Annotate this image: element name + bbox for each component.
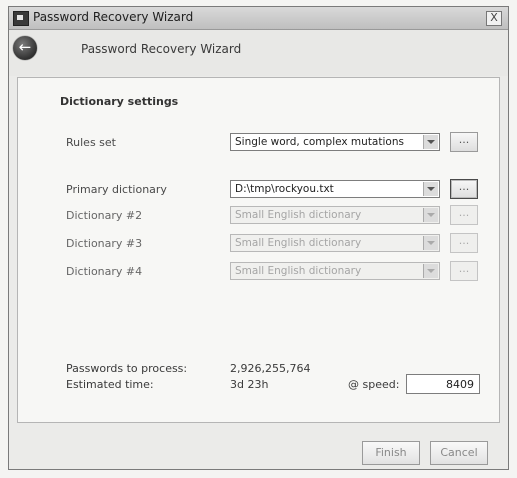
chevron-down-icon[interactable]: [423, 264, 438, 278]
rules-set-value: Single word, complex mutations: [235, 136, 404, 148]
wizard-window: Password Recovery Wizard X ← Password Re…: [8, 6, 509, 470]
dictionary-4-label: Dictionary #4: [66, 265, 143, 278]
primary-dictionary-label: Primary dictionary: [66, 183, 167, 196]
app-icon: [13, 11, 29, 26]
dictionary-4-browse-button[interactable]: ...: [450, 261, 478, 281]
estimated-time-value: 3d 23h: [230, 378, 269, 391]
primary-dictionary-browse-button[interactable]: ...: [450, 179, 478, 199]
window-title: Password Recovery Wizard: [33, 10, 194, 24]
speed-input[interactable]: 8409: [406, 374, 480, 394]
title-bar: Password Recovery Wizard X: [9, 7, 508, 30]
passwords-to-process-value: 2,926,255,764: [230, 362, 311, 375]
close-button[interactable]: X: [486, 11, 502, 26]
dictionary-2-browse-button[interactable]: ...: [450, 205, 478, 225]
settings-panel: Dictionary settings Rules set Single wor…: [17, 77, 500, 423]
wizard-header: ← Password Recovery Wizard: [9, 30, 508, 76]
chevron-down-icon[interactable]: [423, 208, 438, 222]
back-arrow-icon[interactable]: ←: [13, 36, 37, 60]
chevron-down-icon[interactable]: [423, 135, 438, 149]
dictionary-4-dropdown[interactable]: Small English dictionary: [230, 262, 440, 280]
cancel-button[interactable]: Cancel: [430, 441, 488, 465]
dictionary-2-value: Small English dictionary: [235, 209, 362, 221]
dictionary-3-browse-button[interactable]: ...: [450, 233, 478, 253]
chevron-down-icon[interactable]: [423, 182, 438, 196]
rules-set-dropdown[interactable]: Single word, complex mutations: [230, 133, 440, 151]
rules-set-label: Rules set: [66, 136, 116, 149]
dictionary-3-value: Small English dictionary: [235, 237, 362, 249]
primary-dictionary-value: D:\tmp\rockyou.txt: [235, 183, 334, 195]
rules-set-browse-button[interactable]: ...: [450, 132, 478, 152]
passwords-to-process-label: Passwords to process:: [66, 362, 188, 375]
dictionary-3-dropdown[interactable]: Small English dictionary: [230, 234, 440, 252]
dictionary-4-value: Small English dictionary: [235, 265, 362, 277]
finish-button[interactable]: Finish: [362, 441, 420, 465]
header-title: Password Recovery Wizard: [81, 42, 242, 56]
dictionary-3-label: Dictionary #3: [66, 237, 143, 250]
dictionary-2-dropdown[interactable]: Small English dictionary: [230, 206, 440, 224]
section-title: Dictionary settings: [60, 95, 179, 108]
estimated-time-label: Estimated time:: [66, 378, 154, 391]
chevron-down-icon[interactable]: [423, 236, 438, 250]
dictionary-2-label: Dictionary #2: [66, 209, 143, 222]
primary-dictionary-dropdown[interactable]: D:\tmp\rockyou.txt: [230, 180, 440, 198]
speed-label: @ speed:: [348, 378, 400, 391]
